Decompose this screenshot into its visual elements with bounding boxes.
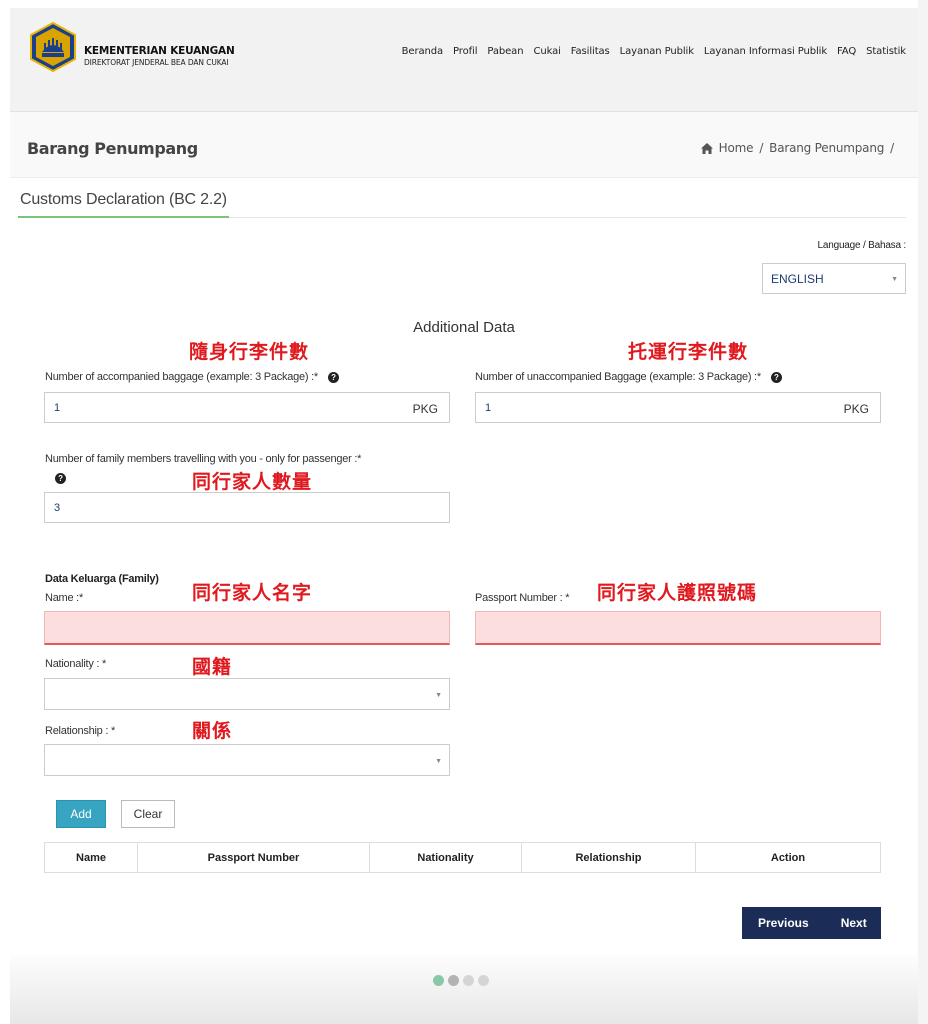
add-family-button[interactable]: Add [56, 800, 106, 828]
tab-customs-declaration[interactable]: Customs Declaration (BC 2.2) [18, 186, 229, 218]
caret-down-icon: ▼ [435, 692, 442, 699]
unaccompanied-unit: PKG [843, 402, 869, 416]
annotation-unaccompanied: 托運行李件數 [628, 341, 749, 363]
annotation-family-passport: 同行家人護照號碼 [597, 582, 758, 604]
nav-fasilitas[interactable]: Fasilitas [571, 46, 610, 57]
family-count-label: Number of family members travelling with… [45, 453, 362, 465]
passport-number-label: Passport Number : * [475, 592, 570, 604]
breadcrumb-separator: / [759, 141, 764, 155]
help-icon[interactable]: ? [327, 371, 339, 383]
footer-band [10, 955, 918, 1024]
step-dot-2[interactable] [448, 975, 459, 986]
unaccompanied-value: 1 [485, 402, 492, 414]
nav-pabean[interactable]: Pabean [487, 46, 523, 57]
family-name-label: Name :* [45, 592, 83, 604]
column-action: Action [695, 842, 881, 873]
accompanied-label: Number of accompanied baggage (example: … [45, 371, 318, 383]
family-name-input[interactable] [44, 611, 450, 645]
relationship-select[interactable]: ▼ [44, 744, 450, 776]
nav-statistik[interactable]: Statistik [866, 46, 906, 57]
nav-beranda[interactable]: Beranda [402, 46, 443, 57]
accompanied-label-row: Number of accompanied baggage (example: … [45, 371, 339, 383]
relationship-label: Relationship : * [45, 725, 115, 737]
section-title: Additional Data [413, 319, 515, 336]
clear-button[interactable]: Clear [121, 800, 175, 828]
passport-number-input[interactable] [475, 611, 881, 645]
language-label: Language / Bahasa : [817, 240, 907, 251]
column-name: Name [44, 842, 138, 873]
nav-profil[interactable]: Profil [453, 46, 477, 57]
unaccompanied-label: Number of unaccompanied Baggage (example… [475, 371, 761, 383]
step-indicator [433, 975, 489, 986]
pager-buttons: Previous Next [742, 907, 881, 939]
window-edge [918, 0, 928, 1024]
caret-down-icon: ▼ [891, 276, 898, 283]
site-header: KEMENTERIAN KEUANGAN DIREKTORAT JENDERAL… [10, 8, 918, 112]
language-value: ENGLISH [771, 272, 824, 286]
home-icon [700, 142, 713, 154]
breadcrumb-separator: / [890, 141, 894, 155]
step-dot-4[interactable] [478, 975, 489, 986]
step-dot-1[interactable] [433, 975, 444, 986]
annotation-accompanied: 隨身行李件數 [189, 341, 310, 363]
column-relationship: Relationship [521, 842, 696, 873]
main-nav: Beranda Profil Pabean Cukai Fasilitas La… [392, 46, 906, 57]
previous-button[interactable]: Previous [758, 916, 809, 930]
column-nationality: Nationality [369, 842, 522, 873]
page-header: Barang Penumpang Home / Barang Penumpang… [10, 112, 918, 178]
caret-down-icon: ▼ [435, 758, 442, 765]
tab-bar: Customs Declaration (BC 2.2) [18, 186, 906, 218]
family-table: Name Passport Number Nationality Relatio… [44, 842, 881, 873]
family-count-input[interactable]: 3 [44, 492, 450, 523]
annotation-family-name: 同行家人名字 [192, 582, 313, 604]
unaccompanied-label-row: Number of unaccompanied Baggage (example… [475, 371, 782, 383]
family-section-title: Data Keluarga (Family) [45, 573, 159, 585]
help-icon[interactable]: ? [55, 472, 66, 484]
table-header-row: Name Passport Number Nationality Relatio… [44, 842, 881, 873]
nav-layanan-informasi-publik[interactable]: Layanan Informasi Publik [704, 46, 827, 57]
org-block: KEMENTERIAN KEUANGAN DIREKTORAT JENDERAL… [84, 45, 235, 67]
nav-layanan-publik[interactable]: Layanan Publik [620, 46, 694, 57]
nationality-select[interactable]: ▼ [44, 678, 450, 710]
nav-cukai[interactable]: Cukai [533, 46, 560, 57]
language-select[interactable]: ENGLISH ▼ [762, 263, 906, 294]
org-name: KEMENTERIAN KEUANGAN [84, 45, 235, 57]
family-count-help-row: ? [45, 472, 66, 484]
nationality-label: Nationality : * [45, 658, 107, 670]
help-icon[interactable]: ? [770, 371, 782, 383]
accompanied-value: 1 [54, 402, 61, 414]
next-button[interactable]: Next [841, 916, 867, 930]
breadcrumb-home[interactable]: Home [719, 141, 754, 155]
annotation-nationality: 國籍 [192, 656, 233, 678]
breadcrumb: Home / Barang Penumpang / [700, 141, 894, 155]
annotation-relationship: 關係 [192, 720, 233, 742]
unaccompanied-baggage-input[interactable]: 1 PKG [475, 392, 881, 423]
column-passport-number: Passport Number [137, 842, 370, 873]
step-dot-3[interactable] [463, 975, 474, 986]
annotation-family-count: 同行家人數量 [192, 471, 313, 493]
breadcrumb-current[interactable]: Barang Penumpang [769, 141, 884, 155]
nav-faq[interactable]: FAQ [837, 46, 856, 57]
page-title: Barang Penumpang [27, 139, 198, 158]
family-count-value: 3 [54, 502, 61, 514]
ministry-logo-icon[interactable] [28, 22, 78, 72]
accompanied-baggage-input[interactable]: 1 PKG [44, 392, 450, 423]
accompanied-unit: PKG [412, 402, 438, 416]
org-subtitle: DIREKTORAT JENDERAL BEA DAN CUKAI [84, 58, 229, 67]
